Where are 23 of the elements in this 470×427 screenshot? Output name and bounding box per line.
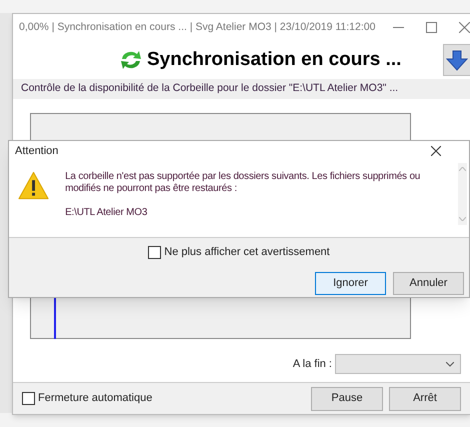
action-button[interactable]: Arrêt — [389, 386, 461, 410]
end-action-label: A la fin : — [292, 356, 332, 372]
checkbox-label: Ne plus afficher cet avertissement — [164, 245, 330, 260]
maximize-icon[interactable] — [426, 22, 438, 33]
checkbox-label: Fermeture automatique — [38, 391, 152, 406]
sync-icon — [119, 49, 143, 71]
chevron-down-icon — [446, 362, 454, 366]
folder-path: E:\UTL Atelier MO3 — [65, 207, 148, 219]
close-icon[interactable] — [431, 146, 442, 156]
warning-message: La corbeille n'est pas supportée par les dossiers suivants. Les fichiers supprimés ou modifiés ne pourront pas être restaurés : — [65, 171, 422, 195]
checkbox[interactable] — [22, 392, 35, 405]
checkbox[interactable] — [148, 246, 162, 259]
dialog-title: Attention — [15, 144, 58, 159]
graph-line — [54, 298, 56, 339]
action-button[interactable]: Pause — [311, 386, 383, 410]
warning-icon — [18, 171, 50, 200]
arrow-down-icon — [446, 49, 468, 71]
heading: Synchronisation en cours ... — [147, 48, 402, 72]
dialog-button[interactable]: Ignorer — [315, 272, 386, 294]
status-text: Contrôle de la disponibilité de la Corbeille pour le dossier "E:\UTL Atelier MO3" ... — [21, 81, 398, 96]
download-button[interactable] — [443, 44, 470, 76]
dialog-button[interactable]: Annuler — [393, 272, 464, 294]
window-title: 0,00% | Synchronisation en cours ... | Svg Atelier MO3 | 23/10/2019 11:12:00 — [19, 20, 376, 35]
